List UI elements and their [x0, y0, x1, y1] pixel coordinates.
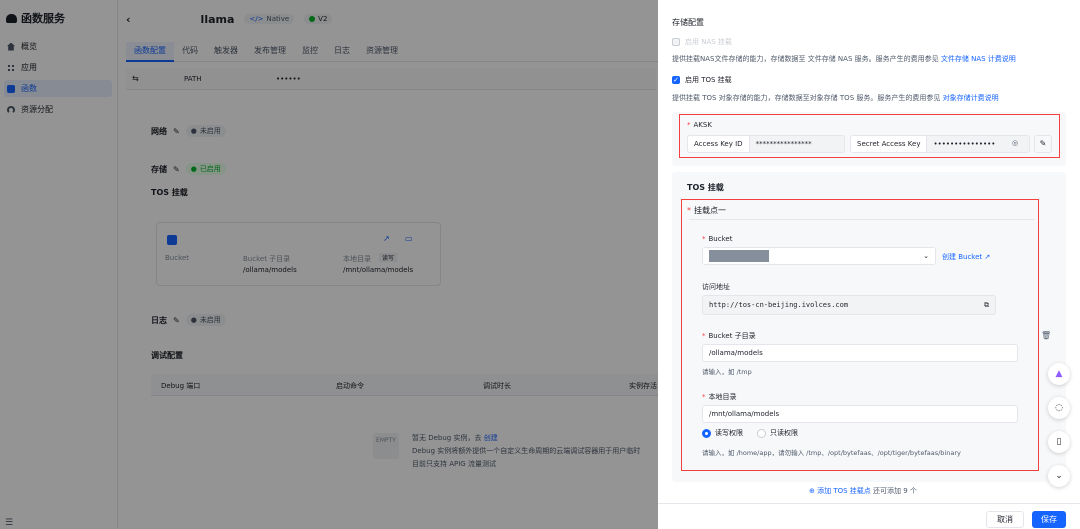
docs-icon[interactable]: ▯ [1048, 431, 1070, 453]
edit-aksk-button[interactable]: ✎ [1034, 135, 1052, 153]
add-mount-text: 添加 TOS 挂载点 [817, 487, 871, 495]
bucket-label: * Bucket [702, 235, 733, 243]
create-bucket-text: 创建 Bucket [942, 253, 983, 261]
tos-label: 启用 TOS 挂载 [685, 76, 732, 84]
copy-icon[interactable]: ⧉ [984, 301, 989, 310]
tos-billing-link[interactable]: 对象存储计费说明 [943, 94, 999, 102]
ak-value: **************** [749, 136, 844, 152]
nas-billing-link[interactable]: 文件存储 NAS 计费说明 [941, 55, 1016, 63]
radio-read-only[interactable]: 只读权限 [757, 428, 798, 438]
radio-read-write[interactable]: 读写权限 [702, 428, 743, 438]
nas-checkbox[interactable] [672, 38, 680, 46]
mount-title: * 挂载点一 [687, 206, 726, 215]
add-mount-button[interactable]: ⊕ 添加 TOS 挂载点 [809, 487, 871, 495]
ak-label: Access Key ID [688, 136, 750, 152]
add-mount-row: ⊕ 添加 TOS 挂载点 还可添加 9 个 [687, 486, 1039, 502]
external-link-icon: ↗ [984, 253, 991, 261]
sk-label: Secret Access Key [851, 136, 928, 152]
local-hint: 请输入，如 /home/app，请勿输入 /tmp、/opt/bytefaas、… [702, 449, 961, 457]
nas-toggle[interactable]: 启用 NAS 挂载 [672, 37, 732, 47]
radio-label: 只读权限 [770, 429, 798, 437]
eye-off-icon[interactable]: ◎ [1012, 139, 1018, 147]
local-dir-input[interactable]: /mnt/ollama/models [702, 405, 1018, 423]
radio-label: 读写权限 [715, 429, 743, 437]
ai-assistant-icon[interactable]: ▲ [1048, 363, 1070, 385]
bucket-value-mask [709, 250, 769, 262]
subdir-label: * Bucket 子目录 [702, 332, 756, 340]
modal-mask[interactable] [0, 0, 658, 529]
tos-toggle[interactable]: ✓ 启用 TOS 挂载 [672, 75, 732, 85]
access-key-field[interactable]: Access Key ID **************** [687, 135, 845, 153]
nas-desc-text: 提供挂载NAS文件存储的能力，存储数据至 文件存储 NAS 服务。服务产生的费用… [672, 55, 939, 63]
local-label: * 本地目录 [702, 393, 737, 401]
drawer-title: 存储配置 [672, 18, 704, 27]
local-input-value: /mnt/ollama/models [709, 410, 780, 418]
subdir-label-text: Bucket 子目录 [708, 332, 756, 340]
tos-checkbox[interactable]: ✓ [672, 76, 680, 84]
aksk-label: * AKSK [687, 121, 712, 129]
save-button[interactable]: 保存 [1032, 511, 1066, 528]
create-bucket-link[interactable]: 创建 Bucket ↗ [942, 252, 990, 262]
subdir-input-value: /ollama/models [709, 349, 763, 357]
chevron-down-icon[interactable]: ⌄ [1048, 465, 1070, 487]
secret-key-field[interactable]: Secret Access Key ••••••••••••••• [850, 135, 1030, 153]
url-field[interactable]: http://tos-cn-beijing.ivolces.com ⧉ [702, 295, 996, 315]
tos-section-title: TOS 挂载 [687, 183, 724, 192]
edit-icon: ✎ [1039, 139, 1047, 148]
aksk-label-text: AKSK [693, 121, 712, 129]
trash-icon[interactable]: 🗑 [1041, 331, 1051, 340]
tos-desc-text: 提供挂载 TOS 对象存储的能力，存储数据至对象存储 TOS 服务。服务产生的费… [672, 94, 941, 102]
cancel-button[interactable]: 取消 [986, 511, 1024, 528]
bucket-select[interactable]: ⌄ [702, 247, 936, 265]
nas-label: 启用 NAS 挂载 [685, 38, 732, 46]
bucket-label-text: Bucket [708, 235, 733, 243]
subdir-hint: 请输入，如 /tmp [702, 368, 752, 376]
local-label-text: 本地目录 [708, 393, 737, 401]
url-label: 访问地址 [702, 283, 730, 291]
permission-radio-group: 读写权限 只读权限 [702, 428, 798, 438]
tos-desc: 提供挂载 TOS 对象存储的能力，存储数据至对象存储 TOS 服务。服务产生的费… [672, 93, 999, 103]
mount-title-text: 挂载点一 [694, 206, 726, 215]
subdir-input[interactable]: /ollama/models [702, 344, 1018, 362]
radio-unchecked-icon [757, 428, 766, 438]
nas-desc: 提供挂载NAS文件存储的能力，存储数据至 文件存储 NAS 服务。服务产生的费用… [672, 54, 1016, 64]
add-mount-hint: 还可添加 9 个 [873, 487, 917, 495]
storage-config-drawer: 存储配置 启用 NAS 挂载 提供挂载NAS文件存储的能力，存储数据至 文件存储… [658, 0, 1080, 529]
support-icon[interactable]: ◌ [1048, 397, 1070, 419]
footer-divider [658, 503, 1080, 504]
chevron-down-icon: ⌄ [923, 252, 929, 260]
radio-checked-icon [702, 428, 711, 438]
divider [689, 219, 1034, 220]
url-value: http://tos-cn-beijing.ivolces.com [709, 301, 849, 309]
